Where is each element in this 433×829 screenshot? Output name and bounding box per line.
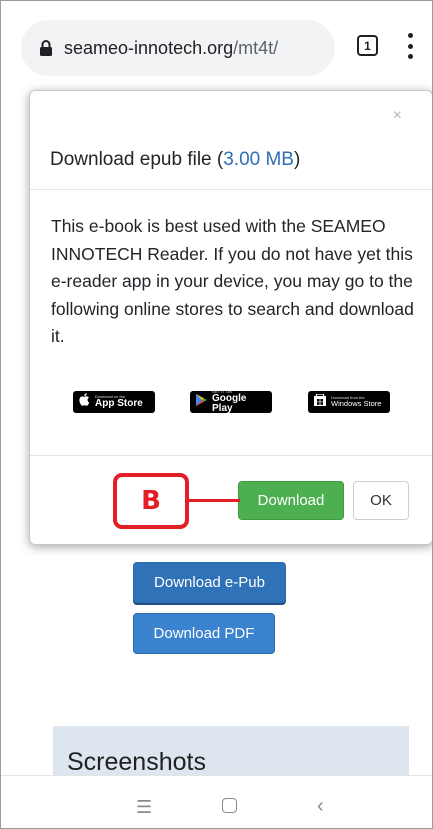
google-play-icon [196,393,207,411]
google-play-badge[interactable]: GET IT ON Google Play [190,390,272,414]
home-icon[interactable] [222,798,237,813]
more-options-icon[interactable] [407,33,413,59]
screenshot-frame: seameo-innotech.org/mt4t/ 1 Download e-P… [0,0,433,829]
modal-header-divider [30,189,432,190]
windows-store-icon [314,393,326,411]
screenshots-heading: Screenshots [67,748,206,776]
download-epub-button[interactable]: Download e-Pub [133,562,286,603]
address-bar[interactable]: seameo-innotech.org/mt4t/ [21,20,335,76]
app-store-text: App Store [95,398,143,409]
apple-icon [79,393,90,411]
download-pdf-button[interactable]: Download PDF [133,613,275,654]
modal-title: Download epub file (3.00 MB) [50,149,300,171]
url-text: seameo-innotech.org/mt4t/ [64,38,278,59]
url-domain: seameo-innotech.org [64,37,234,58]
modal-body-text: This e-book is best used with the SEAMEO… [51,216,414,346]
windows-store-badge[interactable]: Download from the Windows Store [308,391,390,413]
modal-title-prefix: Download epub file ( [50,149,224,170]
ok-button[interactable]: OK [353,481,409,520]
back-icon[interactable]: ‹ [317,796,324,816]
tab-switcher-button[interactable]: 1 [357,35,378,56]
callout-connector [188,499,240,502]
browser-toolbar: seameo-innotech.org/mt4t/ 1 [1,1,432,95]
modal-title-suffix: ) [293,149,301,170]
callout-label-b: B [113,473,189,529]
close-icon[interactable]: × [393,107,402,125]
download-button[interactable]: Download [238,481,344,520]
modal-footer-divider [30,455,432,456]
download-modal: × Download epub file (3.00 MB) This e-bo… [29,90,432,545]
system-nav-bar: ☰ ‹ [1,775,432,828]
google-play-text: Google Play [212,393,247,414]
file-size: 3.00 MB [223,149,294,170]
windows-store-text: Windows Store [331,399,382,409]
lock-icon [39,39,53,57]
recent-apps-icon[interactable]: ☰ [136,798,152,816]
app-store-badge[interactable]: Download on the App Store [73,391,155,413]
url-path: /mt4t/ [233,37,279,58]
